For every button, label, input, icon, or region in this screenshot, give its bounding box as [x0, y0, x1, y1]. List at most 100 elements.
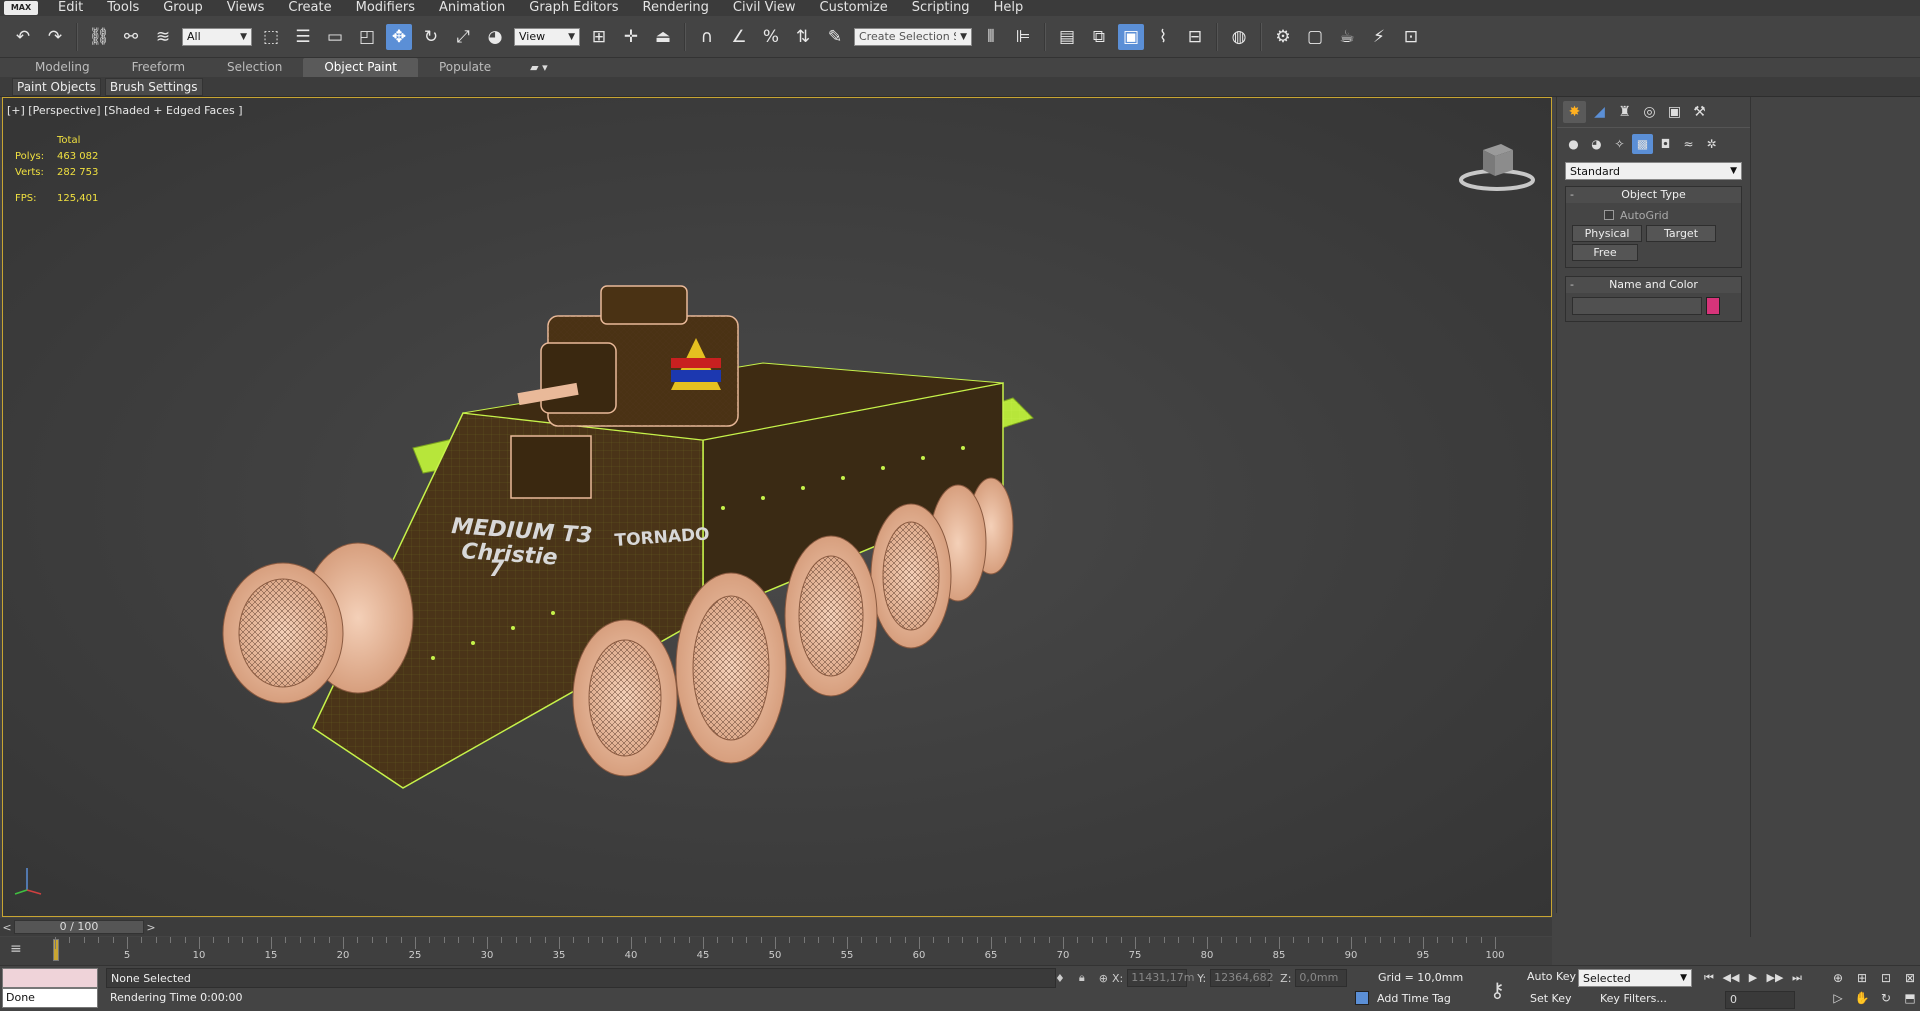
pan-icon[interactable]: ✋ [1852, 989, 1872, 1007]
reference-coord-dropdown[interactable]: View ▼ [514, 27, 580, 46]
place-icon[interactable]: ◕ [482, 24, 508, 50]
unlink-icon[interactable]: ⚯ [118, 24, 144, 50]
lock-icon[interactable]: 🔒︎ [1079, 971, 1085, 985]
set-key-button[interactable]: Set Key [1530, 992, 1572, 1005]
ribbon-options-icon[interactable]: ▰ ▾ [512, 61, 547, 74]
manipulate-icon[interactable]: ✛ [618, 24, 644, 50]
previous-key-icon[interactable]: ◀◀ [1722, 969, 1740, 987]
y-coordinate-field[interactable]: 12364,682 [1210, 969, 1274, 987]
menu-edit[interactable]: Edit [46, 0, 95, 16]
prev-frame-button[interactable]: < [0, 921, 14, 934]
tab-object-paint[interactable]: Object Paint [303, 58, 418, 77]
select-rotate-icon[interactable]: ↻ [418, 24, 444, 50]
layer-explorer-icon[interactable]: ▤ [1054, 24, 1080, 50]
select-by-name-icon[interactable]: ☰ [290, 24, 316, 50]
material-editor-icon[interactable]: ◍ [1226, 24, 1252, 50]
tab-populate[interactable]: Populate [418, 58, 512, 77]
systems-icon[interactable]: ✲ [1701, 134, 1722, 154]
spacewarps-icon[interactable]: ≈ [1678, 134, 1699, 154]
display-icon[interactable]: ▣ [1663, 101, 1686, 123]
physical-camera-button[interactable]: Physical [1572, 225, 1642, 242]
name-and-color-header[interactable]: - Name and Color [1566, 277, 1741, 293]
zoom-extents-all-icon[interactable]: ⊠ [1900, 969, 1920, 987]
key-filters-button[interactable]: Key Filters... [1600, 992, 1667, 1005]
edit-named-sets-icon[interactable]: ✎ [822, 24, 848, 50]
window-crossing-icon[interactable]: ◰ [354, 24, 380, 50]
menu-customize[interactable]: Customize [808, 0, 900, 16]
time-slider-thumb[interactable]: 0 / 100 [14, 920, 144, 934]
object-subcategory-dropdown[interactable]: Standard ▼ [1565, 162, 1742, 180]
align-icon[interactable]: ⊫ [1010, 24, 1036, 50]
field-of-view-icon[interactable]: ▷ [1828, 989, 1848, 1007]
target-camera-button[interactable]: Target [1646, 225, 1716, 242]
selection-filter-dropdown[interactable]: All ▼ [182, 27, 252, 46]
tab-modeling[interactable]: Modeling [14, 58, 111, 77]
isolate-icon[interactable]: ♦ [1055, 972, 1065, 985]
tab-selection[interactable]: Selection [206, 58, 303, 77]
next-frame-button[interactable]: > [144, 921, 158, 934]
maxscript-output[interactable]: Done [2, 988, 98, 1008]
snap-3d-icon[interactable]: ∩ [694, 24, 720, 50]
select-object-icon[interactable]: ⬚ [258, 24, 284, 50]
menu-create[interactable]: Create [276, 0, 343, 16]
pivot-icon[interactable]: ⊞ [586, 24, 612, 50]
add-time-tag[interactable]: Add Time Tag [1355, 991, 1451, 1005]
maxscript-input[interactable] [2, 968, 98, 988]
menu-civil-view[interactable]: Civil View [721, 0, 808, 16]
mirror-icon[interactable]: ⫴ [978, 24, 1004, 50]
auto-key-button[interactable]: Auto Key [1527, 970, 1576, 983]
zoom-extents-icon[interactable]: ⊡ [1876, 969, 1896, 987]
play-icon[interactable]: ▶ [1744, 969, 1762, 987]
object-color-swatch[interactable] [1706, 297, 1720, 315]
free-camera-button[interactable]: Free [1572, 244, 1638, 261]
curve-editor-icon[interactable]: ⌇ [1150, 24, 1176, 50]
modify-icon[interactable]: ◢ [1588, 101, 1611, 123]
object-type-header[interactable]: - Object Type [1566, 187, 1741, 203]
go-to-end-icon[interactable]: ⏭ [1788, 969, 1806, 987]
perspective-viewport[interactable]: [+] [Perspective] [Shaded + Edged Faces … [2, 97, 1552, 917]
key-mode-dropdown[interactable]: Selected ▼ [1578, 969, 1692, 987]
orbit-icon[interactable]: ↻ [1876, 989, 1896, 1007]
scene-explorer-icon[interactable]: ⧉ [1086, 24, 1112, 50]
motion-icon[interactable]: ◎ [1638, 101, 1661, 123]
menu-views[interactable]: Views [215, 0, 277, 16]
schematic-view-icon[interactable]: ⊟ [1182, 24, 1208, 50]
render-setup-icon[interactable]: ⚙ [1270, 24, 1296, 50]
cameras-icon[interactable]: ▩ [1632, 134, 1653, 154]
percent-snap-icon[interactable]: % [758, 24, 784, 50]
menu-animation[interactable]: Animation [427, 0, 517, 16]
next-key-icon[interactable]: ▶▶ [1766, 969, 1784, 987]
menu-group[interactable]: Group [151, 0, 215, 16]
autogrid-checkbox[interactable]: AutoGrid [1572, 207, 1735, 223]
select-move-icon[interactable]: ✥ [386, 23, 412, 50]
named-selection-sets-dropdown[interactable]: Create Selection Se ▼ [854, 27, 972, 46]
graphite-toggle-icon[interactable]: ▣ [1118, 23, 1144, 50]
lights-icon[interactable]: ✧ [1609, 134, 1630, 154]
paint-objects-panel[interactable]: Paint Objects [12, 77, 101, 96]
helpers-icon[interactable]: ◘ [1655, 134, 1676, 154]
menu-help[interactable]: Help [982, 0, 1036, 16]
tab-freeform[interactable]: Freeform [111, 58, 206, 77]
brush-settings-panel[interactable]: Brush Settings [104, 77, 203, 96]
set-key-icon[interactable]: ⚷ [1490, 978, 1505, 1002]
hierarchy-icon[interactable]: ♜ [1613, 101, 1636, 123]
shapes-icon[interactable]: ◕ [1586, 134, 1607, 154]
select-scale-icon[interactable]: ⤢ [450, 24, 476, 50]
bind-spacewarp-icon[interactable]: ≋ [150, 24, 176, 50]
menu-rendering[interactable]: Rendering [631, 0, 721, 16]
create-icon[interactable]: ✸ [1563, 101, 1586, 123]
menu-graph-editors[interactable]: Graph Editors [517, 0, 630, 16]
app-logo[interactable]: MAX [4, 1, 38, 15]
x-coordinate-field[interactable]: 11431,17m [1127, 969, 1194, 987]
go-to-start-icon[interactable]: ⏮ [1700, 969, 1718, 987]
maximize-viewport-icon[interactable]: ⬒ [1900, 989, 1920, 1007]
keyboard-shortcut-icon[interactable]: ⏏ [650, 24, 676, 50]
render-frame-icon[interactable]: ▢ [1302, 24, 1328, 50]
utilities-icon[interactable]: ⚒ [1688, 101, 1711, 123]
zoom-all-icon[interactable]: ⊞ [1852, 969, 1872, 987]
menu-tools[interactable]: Tools [95, 0, 151, 16]
maxscript-listener[interactable]: Done [2, 968, 98, 1010]
a360-icon[interactable]: ⊡ [1398, 24, 1424, 50]
zoom-icon[interactable]: ⊕ [1828, 969, 1848, 987]
current-frame-field[interactable]: 0 [1725, 991, 1795, 1009]
